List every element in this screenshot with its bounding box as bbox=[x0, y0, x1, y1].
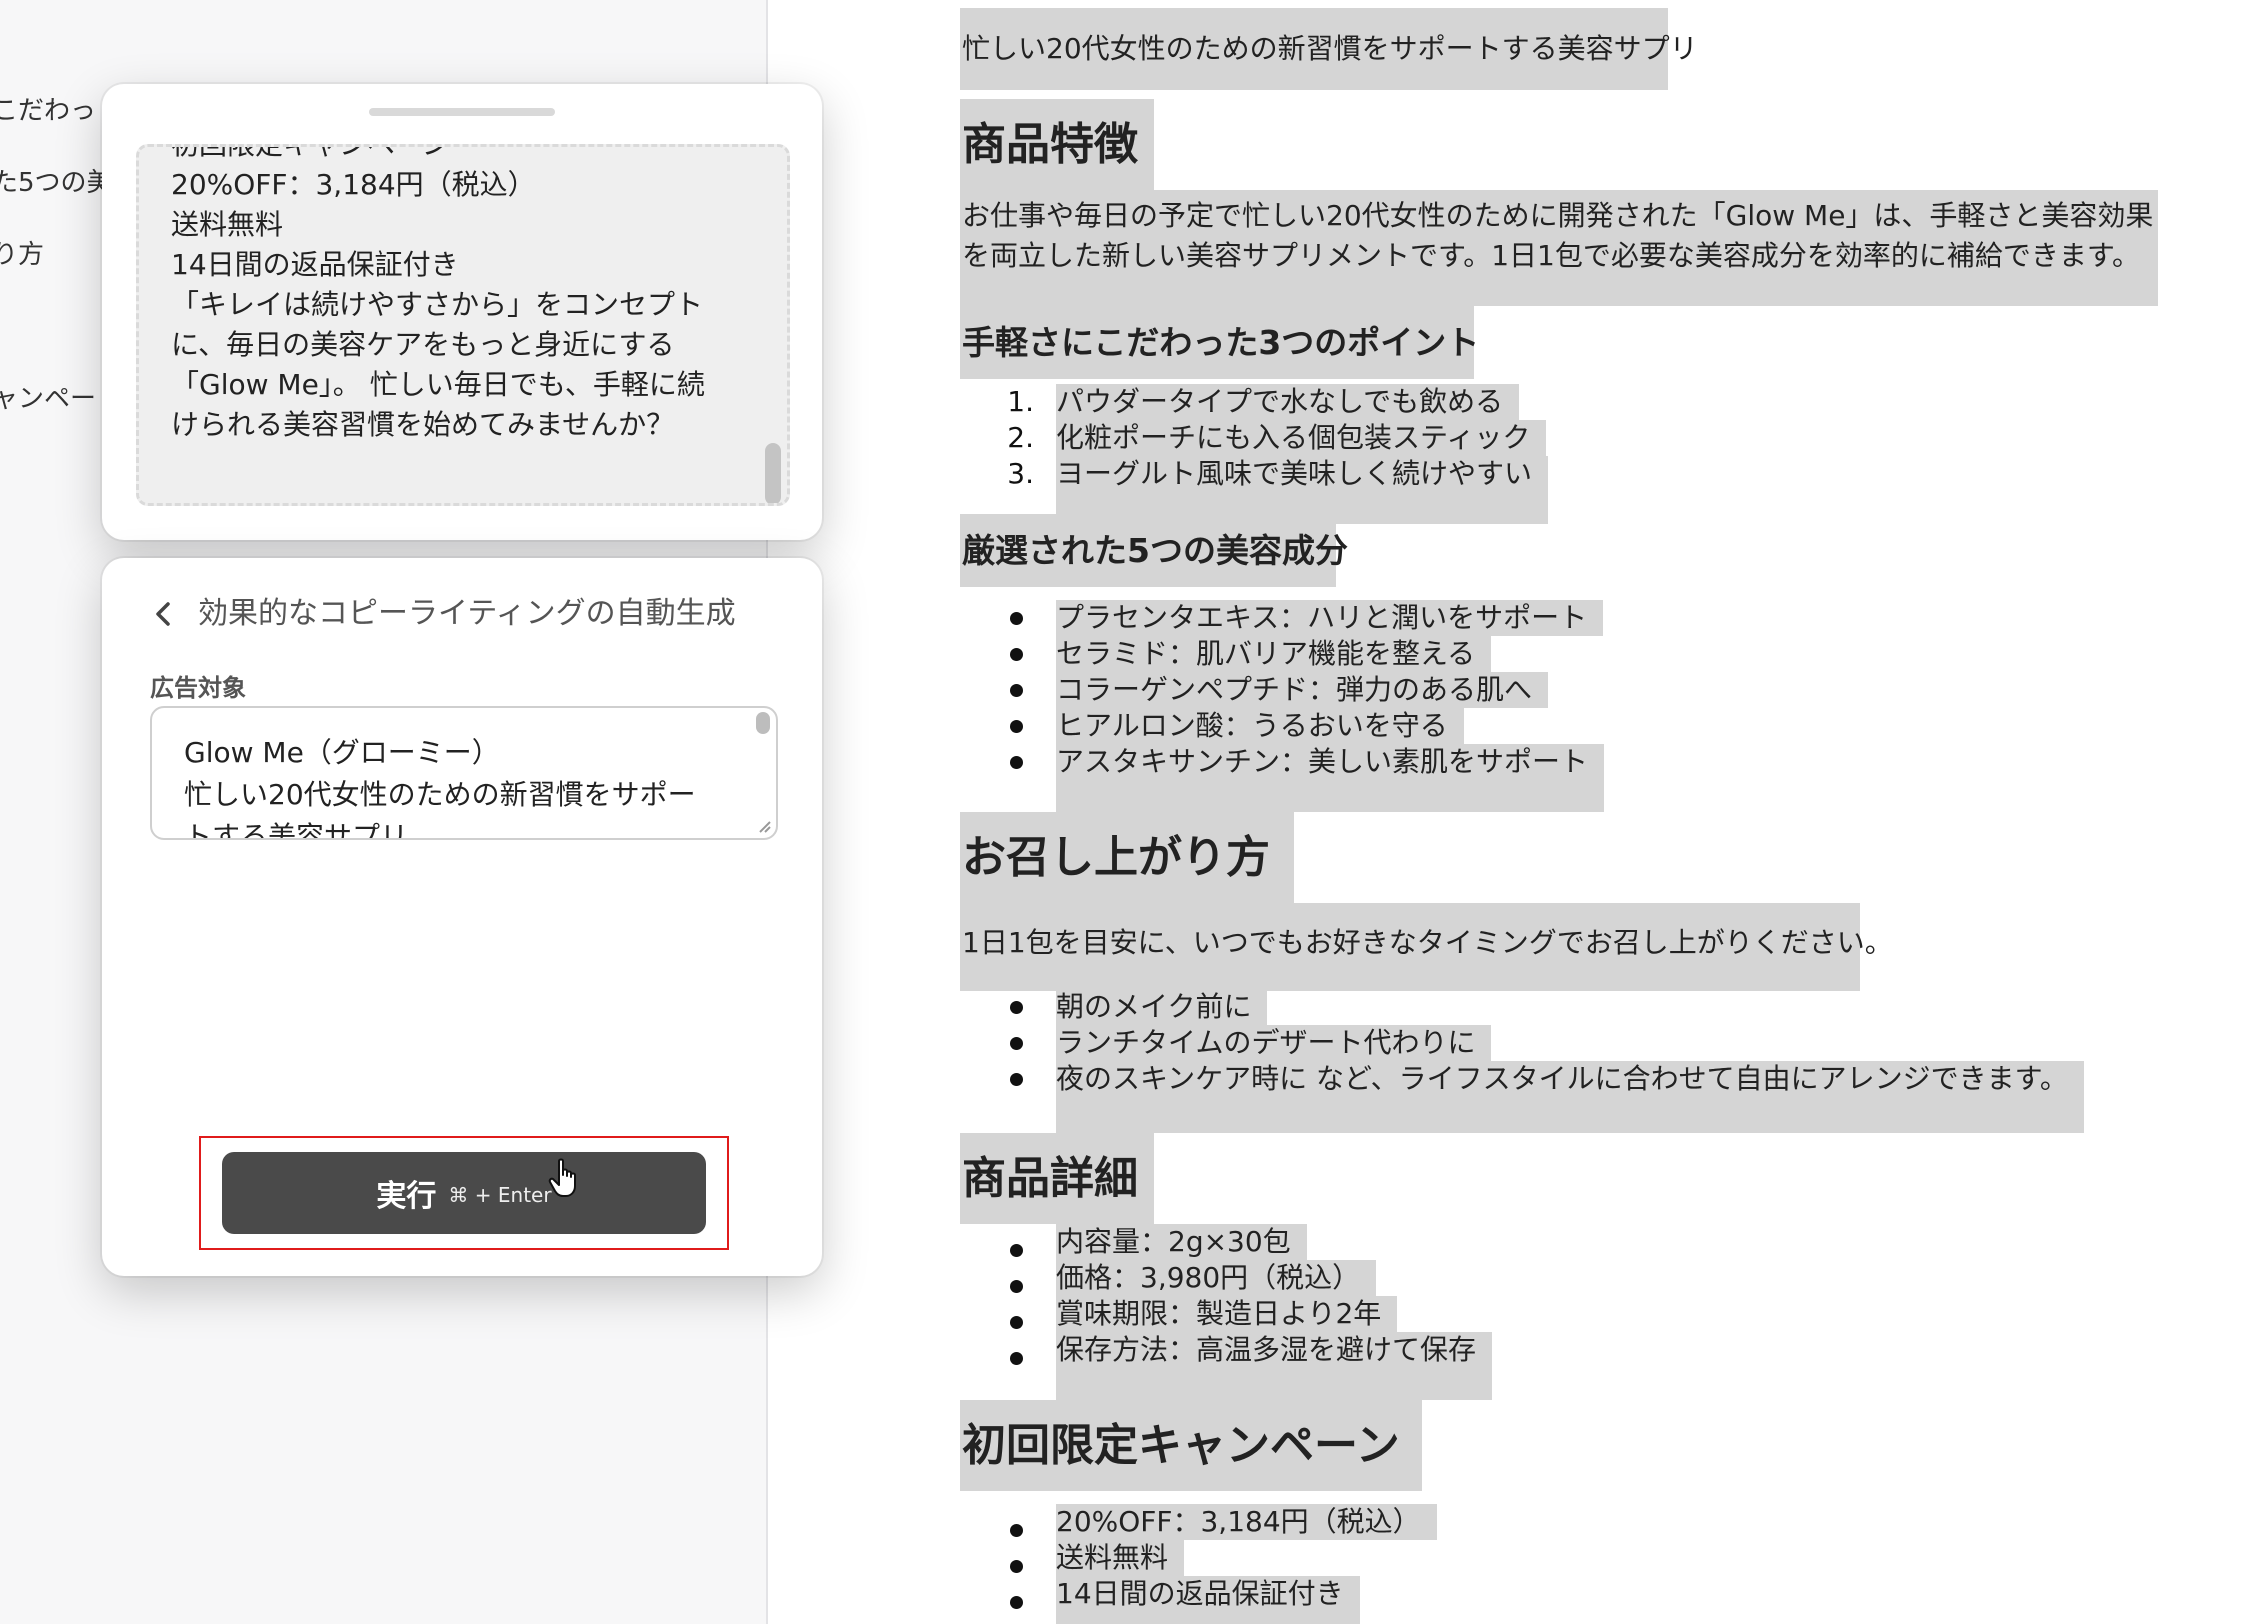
list-item: 賞味期限：製造日より2年 bbox=[1056, 1296, 1398, 1332]
document-body[interactable]: 忙しい20代女性のための新習慣をサポートする美容サプリ 商品特徴 お仕事や毎日の… bbox=[960, 0, 2242, 1624]
run-button-label: 実行 bbox=[376, 1179, 437, 1214]
result-line: 送料無料 bbox=[171, 208, 284, 241]
outline-item[interactable]: り方 bbox=[0, 234, 44, 271]
intro-text: 忙しい20代女性のための新習慣をサポートする美容サプリ bbox=[960, 8, 1698, 90]
howto-paragraph: 1日1包を目安に、いつでもお好きなタイミングでお召し上がりください。 bbox=[960, 903, 1893, 991]
resize-handle-icon[interactable] bbox=[756, 818, 772, 834]
list-item: 14日間の返品保証付き bbox=[1056, 1576, 1360, 1624]
list-item: 20%OFF：3,184円（税込） bbox=[1056, 1504, 1437, 1540]
list-item: ランチタイムのデザート代わりに bbox=[1056, 1025, 1492, 1061]
input-line: Glow Me（グローミー） bbox=[184, 736, 500, 769]
generated-result-text: 初回限定キャンペーン 20%OFF：3,184円（税込） 送料無料 14日間の返… bbox=[171, 144, 731, 445]
heading-howto: お召し上がり方 bbox=[960, 812, 1294, 903]
field-label: 広告対象 bbox=[150, 674, 246, 702]
list-item: アスタキサンチン：美しい素肌をサポート bbox=[1056, 744, 1605, 812]
list-item: 価格：3,980円（税込） bbox=[1056, 1260, 1377, 1296]
ad-target-input[interactable]: Glow Me（グローミー） 忙しい20代女性のための新習慣をサポー トする美容… bbox=[150, 706, 778, 840]
list-item: 送料無料 bbox=[1056, 1540, 1185, 1576]
chevron-left-icon[interactable] bbox=[146, 596, 182, 632]
shortcut-hint: ⌘ + Enter bbox=[448, 1183, 552, 1207]
input-line: 忙しい20代女性のための新習慣をサポー bbox=[184, 778, 696, 811]
list-item: 内容量：2g×30包 bbox=[1056, 1224, 1307, 1260]
generated-result-box[interactable]: 初回限定キャンペーン 20%OFF：3,184円（税込） 送料無料 14日間の返… bbox=[136, 144, 790, 506]
list-item: セラミド：肌バリア機能を整える bbox=[1056, 636, 1492, 672]
input-line: トする美容サプリ bbox=[184, 820, 409, 840]
result-line: 14日間の返品保証付き bbox=[171, 248, 459, 281]
ad-target-value: Glow Me（グローミー） 忙しい20代女性のための新習慣をサポー トする美容… bbox=[184, 732, 724, 840]
result-panel: 初回限定キャンペーン 20%OFF：3,184円（税込） 送料無料 14日間の返… bbox=[102, 84, 822, 540]
scrollbar-thumb[interactable] bbox=[756, 712, 770, 734]
heading-ingredients: 厳選された5つの美容成分 bbox=[960, 514, 1348, 587]
panel-title: 効果的なコピーライティングの自動生成 bbox=[198, 596, 736, 631]
result-line: 20%OFF：3,184円（税込） bbox=[171, 168, 536, 201]
result-line: 初回限定キャンペーン bbox=[171, 144, 450, 161]
outline-item[interactable]: た5つの美 bbox=[0, 162, 113, 199]
hand-pointer-icon bbox=[548, 1158, 582, 1198]
list-item: 保存方法：高温多湿を避けて保存 bbox=[1056, 1332, 1493, 1400]
heading-features: 商品特徴 bbox=[960, 99, 1154, 190]
result-line: に、毎日の美容ケアをもっと身近にする bbox=[171, 328, 675, 361]
list-item: 朝のメイク前に bbox=[1056, 989, 1268, 1025]
list-item: 夜のスキンケア時に など、ライフスタイルに合わせて自由にアレンジできます。 bbox=[1056, 1061, 2084, 1133]
outline-item[interactable]: こだわっ bbox=[0, 90, 96, 127]
result-line: 「Glow Me」。 忙しい毎日でも、手軽に続 bbox=[171, 368, 705, 401]
list-item: 化粧ポーチにも入る個包装スティック bbox=[1056, 420, 1547, 456]
outline-item[interactable]: ャンペー bbox=[0, 378, 96, 415]
list-item: ヒアルロン酸：うるおいを守る bbox=[1056, 708, 1464, 744]
list-item: コラーゲンペプチド：弾力のある肌へ bbox=[1056, 672, 1549, 708]
result-line: 「キレイは続けやすさから」をコンセプト bbox=[171, 288, 704, 321]
heading-points: 手軽さにこだわった3つのポイント bbox=[960, 306, 1479, 379]
scrollbar-thumb[interactable] bbox=[765, 443, 781, 503]
heading-campaign: 初回限定キャンペーン bbox=[960, 1400, 1422, 1491]
features-paragraph: お仕事や毎日の予定で忙しい20代女性のために開発された「Glow Me」は、手軽… bbox=[960, 190, 2158, 306]
result-line: けられる美容習慣を始めてみませんか？ bbox=[171, 408, 675, 441]
run-button[interactable]: 実行 ⌘ + Enter bbox=[222, 1152, 706, 1234]
heading-details: 商品詳細 bbox=[960, 1133, 1154, 1224]
list-item: プラセンタエキス：ハリと潤いをサポート bbox=[1056, 600, 1604, 636]
drag-handle[interactable] bbox=[369, 108, 555, 116]
copywriting-tool-panel: 効果的なコピーライティングの自動生成 広告対象 Glow Me（グローミー） 忙… bbox=[102, 558, 822, 1276]
